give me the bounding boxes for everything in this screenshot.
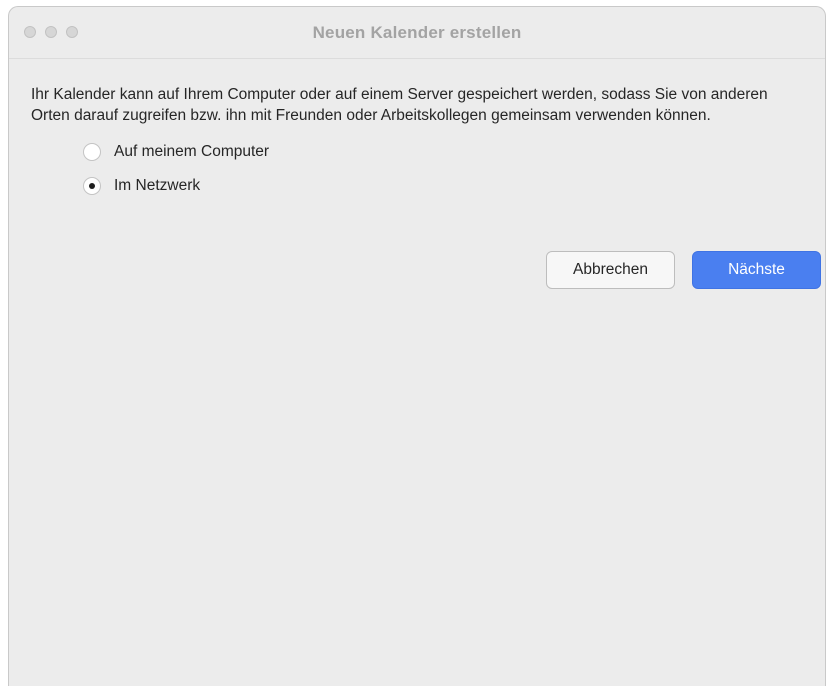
radio-button-network[interactable] — [83, 177, 101, 195]
radio-button-local[interactable] — [83, 143, 101, 161]
radio-option-network[interactable]: Im Netzwerk — [83, 175, 801, 197]
radio-option-local[interactable]: Auf meinem Computer — [83, 141, 801, 163]
next-button[interactable]: Nächste — [692, 251, 821, 289]
dialog-content: Ihr Kalender kann auf Ihrem Computer ode… — [31, 84, 801, 209]
radio-label-network: Im Netzwerk — [114, 177, 201, 194]
cancel-button[interactable]: Abbrechen — [546, 251, 675, 289]
radio-label-local: Auf meinem Computer — [114, 143, 270, 160]
description-text: Ihr Kalender kann auf Ihrem Computer ode… — [31, 86, 768, 124]
dialog-window: Neuen Kalender erstellen Ihr Kalender ka… — [8, 6, 826, 686]
storage-location-radio-group: Auf meinem Computer Im Netzwerk — [83, 141, 801, 197]
window-title: Neuen Kalender erstellen — [312, 23, 522, 42]
title-bar: Neuen Kalender erstellen — [9, 7, 825, 59]
